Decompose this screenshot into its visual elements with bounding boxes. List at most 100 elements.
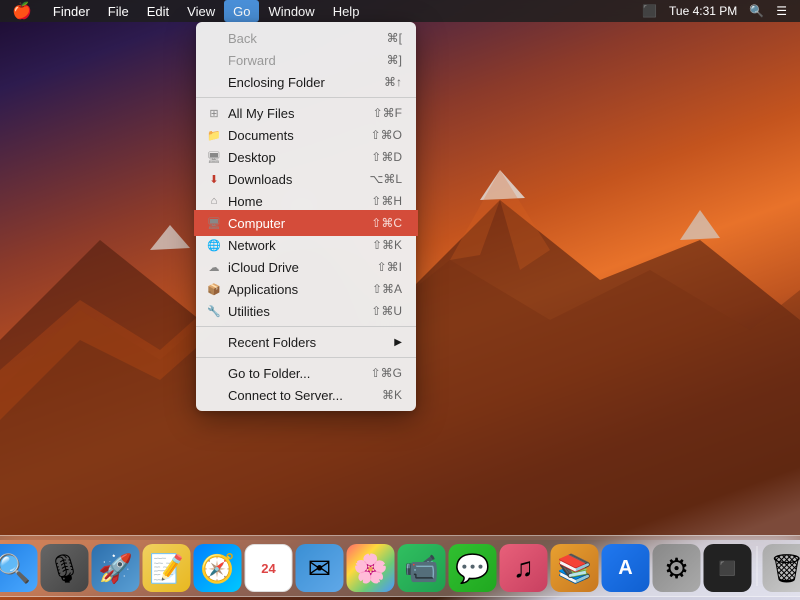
dock-item-facetime[interactable]: 📹 bbox=[398, 544, 446, 592]
menu-item-forward[interactable]: Forward ⌘] bbox=[196, 49, 416, 71]
documents-label: Documents bbox=[228, 128, 294, 143]
documents-shortcut: ⇧⌘O bbox=[371, 128, 402, 142]
utilities-label: Utilities bbox=[228, 304, 270, 319]
goto-folder-icon bbox=[206, 365, 222, 381]
icloud-shortcut: ⇧⌘I bbox=[377, 260, 402, 274]
back-label: Back bbox=[228, 31, 257, 46]
dock-item-itunes[interactable]: ♫ bbox=[500, 544, 548, 592]
menubar-view[interactable]: View bbox=[178, 0, 224, 22]
dock-item-trash[interactable]: 🗑 bbox=[763, 544, 800, 592]
menubar-window[interactable]: Window bbox=[259, 0, 323, 22]
computer-icon: 🖥 bbox=[206, 215, 222, 231]
home-label: Home bbox=[228, 194, 263, 209]
network-shortcut: ⇧⌘K bbox=[372, 238, 402, 252]
menu-item-network[interactable]: 🌐 Network ⇧⌘K bbox=[196, 234, 416, 256]
computer-shortcut: ⇧⌘C bbox=[371, 216, 402, 230]
separator-2 bbox=[196, 326, 416, 327]
menu-item-goto-folder[interactable]: Go to Folder... ⇧⌘G bbox=[196, 362, 416, 384]
screen-icon[interactable]: ⬛ bbox=[637, 4, 662, 18]
home-shortcut: ⇧⌘H bbox=[371, 194, 402, 208]
menu-item-downloads[interactable]: ⬇ Downloads ⌥⌘L bbox=[196, 168, 416, 190]
computer-label: Computer bbox=[228, 216, 285, 231]
notification-icon[interactable]: ☰ bbox=[771, 4, 792, 18]
dock-separator bbox=[757, 546, 758, 586]
documents-icon: 📁 bbox=[206, 127, 222, 143]
dock-item-launchpad[interactable]: 🚀 bbox=[92, 544, 140, 592]
submenu-arrow: ▶ bbox=[394, 337, 402, 348]
menubar-help[interactable]: Help bbox=[324, 0, 369, 22]
network-icon: 🌐 bbox=[206, 237, 222, 253]
spotlight-icon[interactable]: 🔍 bbox=[744, 4, 769, 18]
clock: Tue 4:31 PM bbox=[664, 4, 742, 18]
applications-shortcut: ⇧⌘A bbox=[372, 282, 402, 296]
menu-item-back[interactable]: Back ⌘[ bbox=[196, 27, 416, 49]
dock-item-finder[interactable]: 🔍 bbox=[0, 544, 38, 592]
connect-server-label: Connect to Server... bbox=[228, 388, 343, 403]
separator-3 bbox=[196, 357, 416, 358]
apple-menu[interactable]: 🍎 bbox=[0, 0, 44, 22]
desktop-label: Desktop bbox=[228, 150, 276, 165]
menu-item-enclosing[interactable]: Enclosing Folder ⌘↑ bbox=[196, 71, 416, 93]
enclosing-icon bbox=[206, 74, 222, 90]
downloads-shortcut: ⌥⌘L bbox=[369, 172, 402, 186]
enclosing-label: Enclosing Folder bbox=[228, 75, 325, 90]
menu-item-home[interactable]: ⌂ Home ⇧⌘H bbox=[196, 190, 416, 212]
menubar-finder[interactable]: Finder bbox=[44, 0, 99, 22]
menu-item-utilities[interactable]: 🔧 Utilities ⇧⌘U bbox=[196, 300, 416, 322]
dock-item-books[interactable]: 📚 bbox=[551, 544, 599, 592]
home-icon: ⌂ bbox=[206, 193, 222, 209]
go-dropdown-menu: Back ⌘[ Forward ⌘] Enclosing Folder ⌘↑ ⊞ bbox=[196, 22, 416, 411]
forward-label: Forward bbox=[228, 53, 276, 68]
menubar-left: 🍎 Finder File Edit View Go Window Help bbox=[0, 0, 368, 22]
goto-folder-label: Go to Folder... bbox=[228, 366, 310, 381]
applications-icon: 📦 bbox=[206, 281, 222, 297]
desktop-shortcut: ⇧⌘D bbox=[371, 150, 402, 164]
connect-server-shortcut: ⌘K bbox=[382, 388, 402, 402]
back-shortcut: ⌘[ bbox=[387, 31, 402, 45]
dock-item-appstore[interactable]: A bbox=[602, 544, 650, 592]
menu-item-computer[interactable]: 🖥 Computer ⇧⌘C bbox=[196, 212, 416, 234]
dock-item-messages[interactable]: 💬 bbox=[449, 544, 497, 592]
dock-item-stickies[interactable]: 📝 bbox=[143, 544, 191, 592]
dock-item-terminal[interactable]: ⬛ bbox=[704, 544, 752, 592]
separator-1 bbox=[196, 97, 416, 98]
dock-item-mail[interactable]: ✉ bbox=[296, 544, 344, 592]
menu-item-desktop[interactable]: 🖥 Desktop ⇧⌘D bbox=[196, 146, 416, 168]
goto-folder-shortcut: ⇧⌘G bbox=[371, 366, 402, 380]
icloud-label: iCloud Drive bbox=[228, 260, 299, 275]
menu-item-applications[interactable]: 📦 Applications ⇧⌘A bbox=[196, 278, 416, 300]
dock-item-siri[interactable]: 🎙 bbox=[41, 544, 89, 592]
downloads-icon: ⬇ bbox=[206, 171, 222, 187]
desktop: 🍎 Finder File Edit View Go Window Help ⬛… bbox=[0, 0, 800, 600]
menu-item-recent-folders[interactable]: Recent Folders ▶ bbox=[196, 331, 416, 353]
recent-folders-icon bbox=[206, 334, 222, 350]
applications-label: Applications bbox=[228, 282, 298, 297]
recent-folders-label: Recent Folders bbox=[228, 335, 316, 350]
menubar-edit[interactable]: Edit bbox=[138, 0, 178, 22]
downloads-label: Downloads bbox=[228, 172, 292, 187]
network-label: Network bbox=[228, 238, 276, 253]
menubar-go[interactable]: Go bbox=[224, 0, 259, 22]
menubar: 🍎 Finder File Edit View Go Window Help ⬛… bbox=[0, 0, 800, 22]
dock-item-calendar[interactable]: 24 bbox=[245, 544, 293, 592]
menubar-right: ⬛ Tue 4:31 PM 🔍 ☰ bbox=[637, 4, 800, 18]
menu-item-icloud[interactable]: ☁ iCloud Drive ⇧⌘I bbox=[196, 256, 416, 278]
all-files-label: All My Files bbox=[228, 106, 294, 121]
dock-item-photos[interactable]: 🌸 bbox=[347, 544, 395, 592]
dock: 🔍 🎙 🚀 📝 🧭 24 ✉ 🌸 📹 💬 ♫ 📚 A ⚙ ⬛ 🗑 bbox=[0, 535, 800, 597]
all-files-icon: ⊞ bbox=[206, 105, 222, 121]
dock-item-preferences[interactable]: ⚙ bbox=[653, 544, 701, 592]
desktop-icon: 🖥 bbox=[206, 149, 222, 165]
forward-icon bbox=[206, 52, 222, 68]
back-icon bbox=[206, 30, 222, 46]
menu-item-documents[interactable]: 📁 Documents ⇧⌘O bbox=[196, 124, 416, 146]
dock-item-safari[interactable]: 🧭 bbox=[194, 544, 242, 592]
forward-shortcut: ⌘] bbox=[387, 53, 402, 67]
menu-item-all-files[interactable]: ⊞ All My Files ⇧⌘F bbox=[196, 102, 416, 124]
utilities-shortcut: ⇧⌘U bbox=[371, 304, 402, 318]
menubar-file[interactable]: File bbox=[99, 0, 138, 22]
menu-item-connect-server[interactable]: Connect to Server... ⌘K bbox=[196, 384, 416, 406]
all-files-shortcut: ⇧⌘F bbox=[373, 106, 402, 120]
connect-server-icon bbox=[206, 387, 222, 403]
icloud-icon: ☁ bbox=[206, 259, 222, 275]
